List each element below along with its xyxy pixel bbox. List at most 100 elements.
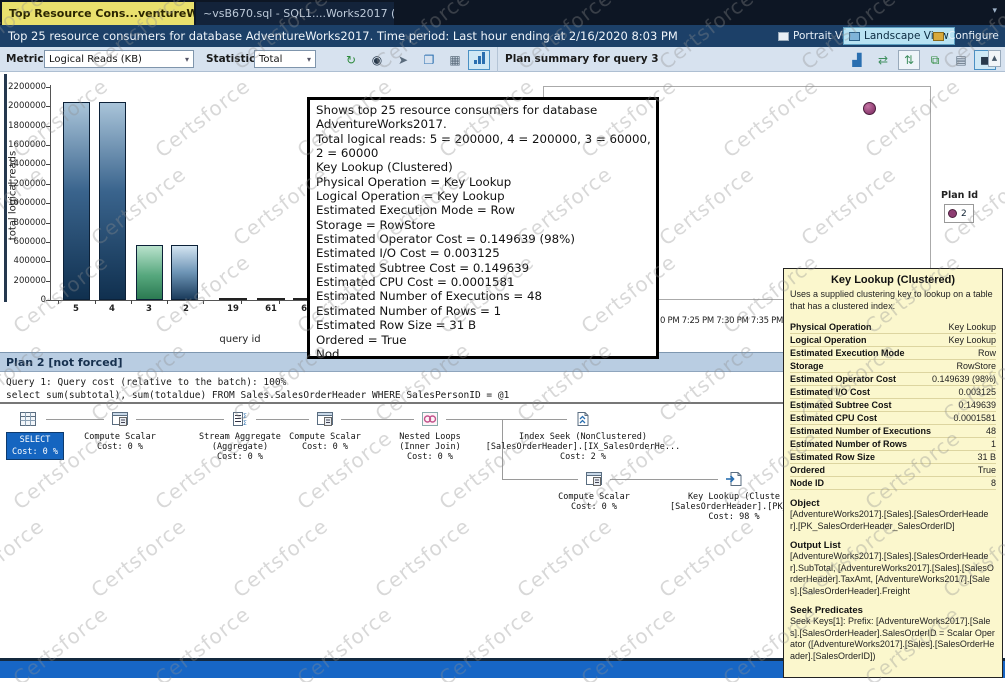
y-tick-mark: [46, 164, 50, 165]
plan-node-label[interactable]: Index Seek (NonClustered)[SalesOrderHead…: [483, 432, 683, 462]
x-tick-mark: [241, 300, 242, 304]
annotation-line: Key Lookup (Clustered): [316, 160, 650, 174]
tooltip-row: Physical OperationKey Lookup: [790, 321, 996, 334]
plan-id-value: 2: [961, 209, 967, 219]
force-plan-button[interactable]: ⇄: [872, 50, 894, 70]
track-query-icon: ➤: [398, 53, 408, 67]
time-axis-labels: 0 PM 7:25 PM 7:30 PM 7:35 PM 7:4: [660, 316, 783, 328]
report-header: Top 25 resource consumers for database A…: [0, 25, 1005, 47]
y-tick-mark: [46, 87, 50, 88]
report-title: Top 25 resource consumers for database A…: [8, 25, 678, 47]
tooltip-row: Node ID8: [790, 477, 996, 490]
pane-divider: [497, 47, 498, 72]
key-lookup-icon[interactable]: [725, 470, 743, 488]
open-query-button[interactable]: ❐: [418, 50, 440, 70]
annotation-line: AdventureWorks2017.: [316, 117, 650, 131]
tab-label: Top Resource Cons...ventureWorks2017]: [9, 7, 194, 20]
plan-connector: [502, 479, 578, 480]
tooltip-row: Estimated CPU Cost0.0001581: [790, 412, 996, 425]
nested-loops-icon[interactable]: [421, 410, 439, 428]
tooltip-row: StorageRowStore: [790, 360, 996, 373]
index-seek-icon[interactable]: [574, 410, 592, 428]
open-query-icon: ❐: [424, 53, 435, 67]
grid-view-button[interactable]: ▦: [444, 50, 466, 70]
unforce-plan-button[interactable]: ⇅: [898, 50, 920, 70]
y-tick-mark: [46, 261, 50, 262]
plan-id-legend[interactable]: 2: [944, 204, 974, 223]
compute-scalar-icon[interactable]: [316, 410, 334, 428]
tooltip-title: Key Lookup (Clustered): [790, 274, 996, 286]
landscape-view-icon: [849, 32, 860, 41]
y-tick-mark: [46, 203, 50, 204]
x-tick-label: 2: [171, 304, 201, 314]
tab-list-dropdown-icon[interactable]: ▾: [992, 6, 997, 16]
compute-scalar-icon[interactable]: [585, 470, 603, 488]
tab-top-resource-consumers[interactable]: Top Resource Cons...ventureWorks2017] ⊹ …: [2, 2, 194, 25]
plan-scatter-point[interactable]: [863, 102, 876, 115]
y-tick-label: 800000: [2, 218, 46, 228]
tooltip-section-title: Seek Predicates: [790, 605, 996, 616]
tooltip-section-title: Output List: [790, 540, 996, 551]
y-tick-mark: [46, 281, 50, 282]
annotation-line: Estimated Execution Mode = Row: [316, 203, 650, 217]
x-tick-mark: [131, 300, 132, 304]
y-tick-mark: [46, 126, 50, 127]
statistic-label: Statistic: [206, 53, 255, 65]
tooltip-description: Uses a supplied clustering key to lookup…: [790, 289, 996, 312]
y-tick-label: 2200000: [2, 82, 46, 92]
tooltip-row: Estimated Subtree Cost0.149639: [790, 399, 996, 412]
annotation-line: 2 = 60000: [316, 146, 650, 160]
track-query-button[interactable]: ➤: [392, 50, 414, 70]
metric-select[interactable]: Logical Reads (KB) ▾: [44, 50, 194, 68]
result-icon[interactable]: [19, 410, 37, 428]
plan-connector: [446, 419, 567, 420]
plan-summary-title: Plan summary for query 3: [505, 53, 659, 65]
document-tab-bar: Top Resource Cons...ventureWorks2017] ⊹ …: [0, 0, 1005, 25]
stop-icon: ◉: [372, 53, 382, 67]
y-tick-label: 1800000: [2, 121, 46, 131]
chart-bar-query-19[interactable]: [219, 298, 247, 300]
annotation-line: Total logical reads: 5 = 200000, 4 = 200…: [316, 132, 650, 146]
refresh-button[interactable]: ↻: [340, 50, 362, 70]
chart-bar-query-2[interactable]: [171, 245, 198, 300]
plan-connector: [256, 419, 309, 420]
ssms-query-store-window: Top Resource Cons...ventureWorks2017] ⊹ …: [0, 0, 1005, 682]
stream-aggregate-icon[interactable]: ΣΣ: [231, 410, 249, 428]
y-tick-label: 1600000: [2, 140, 46, 150]
plan-connector: [46, 419, 104, 420]
y-axis-line: [50, 85, 51, 300]
summary-chart-button[interactable]: ▟: [846, 50, 868, 70]
statistic-select[interactable]: Total ▾: [254, 50, 316, 68]
plan-grid-view-button[interactable]: ▤: [950, 50, 972, 70]
chart-view-button[interactable]: [468, 50, 490, 70]
tooltip-row: OrderedTrue: [790, 464, 996, 477]
scroll-up-button[interactable]: ▲: [988, 50, 1001, 67]
stop-button[interactable]: ◉: [366, 50, 388, 70]
y-tick-label: 1200000: [2, 179, 46, 189]
configure-button[interactable]: Configure: [928, 27, 1004, 45]
chart-bar-query-4[interactable]: [99, 102, 126, 300]
force-plan-icon: ⇄: [878, 53, 888, 67]
tooltip-row: Estimated Row Size31 B: [790, 451, 996, 464]
y-tick-label: 0: [2, 295, 46, 305]
chart-bar-query-61[interactable]: [257, 298, 285, 300]
annotation-line: Physical Operation = Key Lookup: [316, 175, 650, 189]
compare-plans-icon: ⧉: [931, 53, 940, 67]
compare-plans-button[interactable]: ⧉: [924, 50, 946, 70]
unforce-plan-icon: ⇅: [904, 53, 914, 67]
summary-chart-icon: ▟: [852, 53, 861, 67]
chart-bar-query-3[interactable]: [136, 245, 163, 300]
y-tick-mark: [46, 300, 50, 301]
tooltip-row: Estimated Execution ModeRow: [790, 347, 996, 360]
y-tick-mark: [46, 184, 50, 185]
x-tick-mark: [95, 300, 96, 304]
refresh-icon: ↻: [346, 53, 356, 67]
plan-connector: [341, 419, 414, 420]
chart-bar-query-5[interactable]: [63, 102, 90, 300]
report-toolbar: Metric Logical Reads (KB) ▾ Statistic To…: [0, 47, 1005, 72]
metric-label: Metric: [6, 53, 44, 65]
compute-scalar-icon[interactable]: [111, 410, 129, 428]
plan-grid-view-icon: ▤: [955, 53, 966, 67]
y-tick-label: 400000: [2, 256, 46, 266]
tab-sql-query-file[interactable]: ~vsB670.sql - SQL1....Works2017 (sa (62)…: [196, 2, 394, 25]
